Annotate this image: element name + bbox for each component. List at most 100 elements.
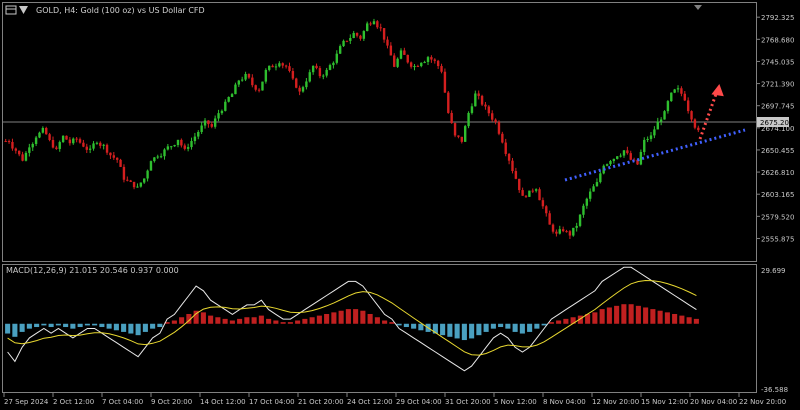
bull-candle xyxy=(575,225,578,228)
bull-candle xyxy=(413,66,416,68)
price-panel[interactable] xyxy=(2,2,757,262)
bull-candle xyxy=(470,106,474,113)
macd-histogram-bar xyxy=(461,323,467,341)
bull-candle xyxy=(609,160,612,165)
macd-histogram-bar xyxy=(519,323,525,334)
bear-candle xyxy=(697,127,700,131)
macd-histogram-bar xyxy=(41,323,47,326)
bull-candle xyxy=(328,65,332,70)
bull-candle xyxy=(156,156,159,158)
time-tick-label: 15 Nov 12:00 xyxy=(641,398,688,406)
bull-candle xyxy=(622,150,626,156)
symbol-title: GOLD, H4: Gold (100 oz) vs US Dollar CFD xyxy=(36,6,205,15)
bull-candle xyxy=(173,145,176,147)
bear-candle xyxy=(538,189,541,201)
bull-candle xyxy=(656,121,659,130)
macd-histogram-bar xyxy=(599,309,605,324)
macd-histogram-bar xyxy=(367,313,373,324)
bull-candle xyxy=(136,186,139,188)
bear-candle xyxy=(109,152,112,156)
macd-histogram-bar xyxy=(302,318,308,324)
macd-histogram-bar xyxy=(643,307,649,324)
trading-chart[interactable]: GOLD, H4: Gold (100 oz) vs US Dollar CFD… xyxy=(0,0,800,410)
macd-histogram-bar xyxy=(237,318,243,324)
bear-candle xyxy=(680,88,683,94)
price-tick-label: 2768.680 xyxy=(761,36,794,44)
bear-candle xyxy=(315,65,318,69)
bear-candle xyxy=(376,21,379,28)
bull-candle xyxy=(24,152,28,161)
bull-candle xyxy=(528,190,531,197)
macd-histogram-bar xyxy=(287,322,293,324)
macd-histogram-bar xyxy=(693,318,699,324)
macd-histogram-bar xyxy=(483,323,489,332)
macd-histogram-bar xyxy=(142,323,148,332)
bull-candle xyxy=(213,118,217,127)
bull-candle xyxy=(278,63,281,67)
bear-candle xyxy=(436,60,440,67)
bear-candle xyxy=(78,139,82,143)
macd-histogram-bar xyxy=(447,323,453,337)
macd-histogram-bar xyxy=(469,323,475,339)
bull-candle xyxy=(102,144,105,146)
bear-candle xyxy=(447,92,450,113)
bull-candle xyxy=(362,31,366,39)
bull-candle xyxy=(224,101,227,111)
bull-candle xyxy=(349,38,352,41)
macd-histogram-bar xyxy=(592,312,598,324)
macd-histogram-bar xyxy=(650,309,656,324)
bear-candle xyxy=(524,195,528,197)
bear-candle xyxy=(521,190,524,196)
macd-histogram-bar xyxy=(77,323,83,328)
macd-histogram-bar xyxy=(454,323,460,339)
bull-candle xyxy=(244,73,247,80)
bear-candle xyxy=(450,112,453,124)
bull-candle xyxy=(659,119,663,122)
bull-candle xyxy=(599,173,602,183)
bull-candle xyxy=(261,81,264,91)
price-tick-label: 2697.745 xyxy=(761,103,794,111)
bear-candle xyxy=(389,45,393,56)
bull-candle xyxy=(41,127,45,133)
macd-histogram-bar xyxy=(679,315,685,324)
bear-candle xyxy=(21,154,24,161)
bull-candle xyxy=(338,46,342,54)
bear-candle xyxy=(251,77,254,86)
time-tick-label: 21 Oct 20:00 xyxy=(298,398,344,406)
macd-histogram-bar xyxy=(113,323,119,331)
macd-histogram-bar xyxy=(266,318,272,324)
bull-candle xyxy=(38,132,41,138)
bear-candle xyxy=(453,123,457,136)
bull-candle xyxy=(673,89,676,93)
bull-candle xyxy=(352,32,355,39)
bear-candle xyxy=(247,73,251,78)
bull-candle xyxy=(595,182,599,187)
macd-histogram-bar xyxy=(179,317,185,324)
macd-histogram-bar xyxy=(55,323,61,326)
macd-histogram-bar xyxy=(440,323,446,336)
bear-candle xyxy=(105,144,109,153)
bull-candle xyxy=(619,155,622,157)
bull-candle xyxy=(322,75,325,77)
bear-candle xyxy=(545,206,548,214)
bear-candle xyxy=(379,27,382,29)
bear-candle xyxy=(497,121,501,134)
macd-histogram-bar xyxy=(157,323,163,328)
price-tick-label: 2579.520 xyxy=(761,213,794,221)
bull-candle xyxy=(426,57,430,62)
bull-candle xyxy=(463,126,467,142)
bull-candle xyxy=(143,178,146,183)
price-axis[interactable]: 2792.325 2768.680 2745.035 2721.390 2697.745… xyxy=(756,14,794,243)
time-tick-label: 14 Oct 12:00 xyxy=(200,398,246,406)
macd-histogram-bar xyxy=(345,309,351,324)
bull-candle xyxy=(572,227,575,236)
bull-candle xyxy=(230,94,234,97)
bear-candle xyxy=(210,124,213,127)
time-axis[interactable]: 27 Sep 2024 2 Oct 12:00 7 Oct 04:00 9 Oct 2… xyxy=(3,393,786,406)
bull-candle xyxy=(153,157,156,162)
macd-histogram-bar xyxy=(411,323,417,329)
macd-histogram-bar xyxy=(382,320,388,324)
bull-candle xyxy=(325,69,328,76)
macd-histogram-bar xyxy=(628,304,634,324)
bull-candle xyxy=(170,146,173,148)
